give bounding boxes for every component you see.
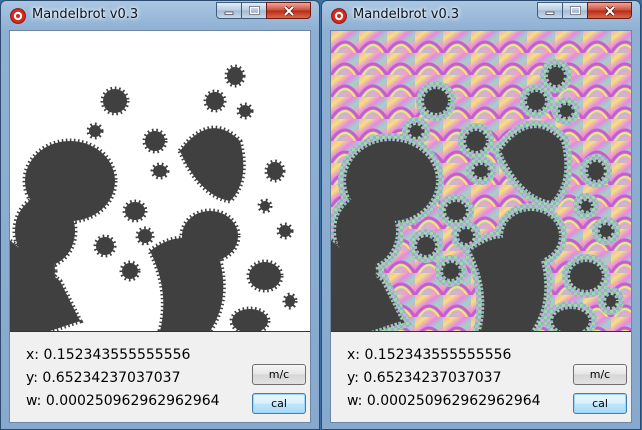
maximize-icon <box>569 6 581 15</box>
fractal-canvas[interactable] <box>331 31 631 332</box>
app-icon <box>10 8 26 24</box>
width-label: w: 0.000250962962962964 <box>347 393 541 409</box>
maximize-button[interactable] <box>241 2 267 19</box>
fractal-canvas[interactable] <box>10 31 310 332</box>
mc-button[interactable]: m/c <box>252 364 306 385</box>
minimize-button[interactable] <box>537 2 563 19</box>
window-title: Mandelbrot v0.3 <box>353 7 460 22</box>
close-icon <box>283 5 294 16</box>
cal-button[interactable]: cal <box>573 393 627 414</box>
y-coordinate-label: y: 0.65234237037037 <box>347 370 502 386</box>
minimize-button[interactable] <box>216 2 242 19</box>
app-icon <box>331 8 347 24</box>
close-button[interactable] <box>266 2 311 19</box>
right-window: Mandelbrot v0.3 x: 0.152343555555556 y: … <box>321 0 641 430</box>
close-button[interactable] <box>587 2 632 19</box>
window-title: Mandelbrot v0.3 <box>32 7 139 22</box>
x-coordinate-label: x: 0.152343555555556 <box>26 347 191 363</box>
mandelbrot-image <box>10 31 310 331</box>
client-area: x: 0.152343555555556 y: 0.65234237037037… <box>330 30 632 423</box>
mandelbrot-image <box>331 31 631 331</box>
mc-button[interactable]: m/c <box>573 364 627 385</box>
y-coordinate-label: y: 0.65234237037037 <box>26 370 181 386</box>
width-label: w: 0.000250962962962964 <box>26 393 220 409</box>
title-bar[interactable]: Mandelbrot v0.3 <box>1 1 319 29</box>
maximize-icon <box>248 6 260 15</box>
title-bar[interactable]: Mandelbrot v0.3 <box>322 1 640 29</box>
minimize-icon <box>224 11 234 15</box>
close-icon <box>604 5 615 16</box>
client-area: x: 0.152343555555556 y: 0.65234237037037… <box>9 30 311 423</box>
left-window: Mandelbrot v0.3 x: 0.152343555555556 y: … <box>0 0 320 430</box>
minimize-icon <box>545 11 555 15</box>
x-coordinate-label: x: 0.152343555555556 <box>347 347 512 363</box>
maximize-button[interactable] <box>562 2 588 19</box>
cal-button[interactable]: cal <box>252 393 306 414</box>
